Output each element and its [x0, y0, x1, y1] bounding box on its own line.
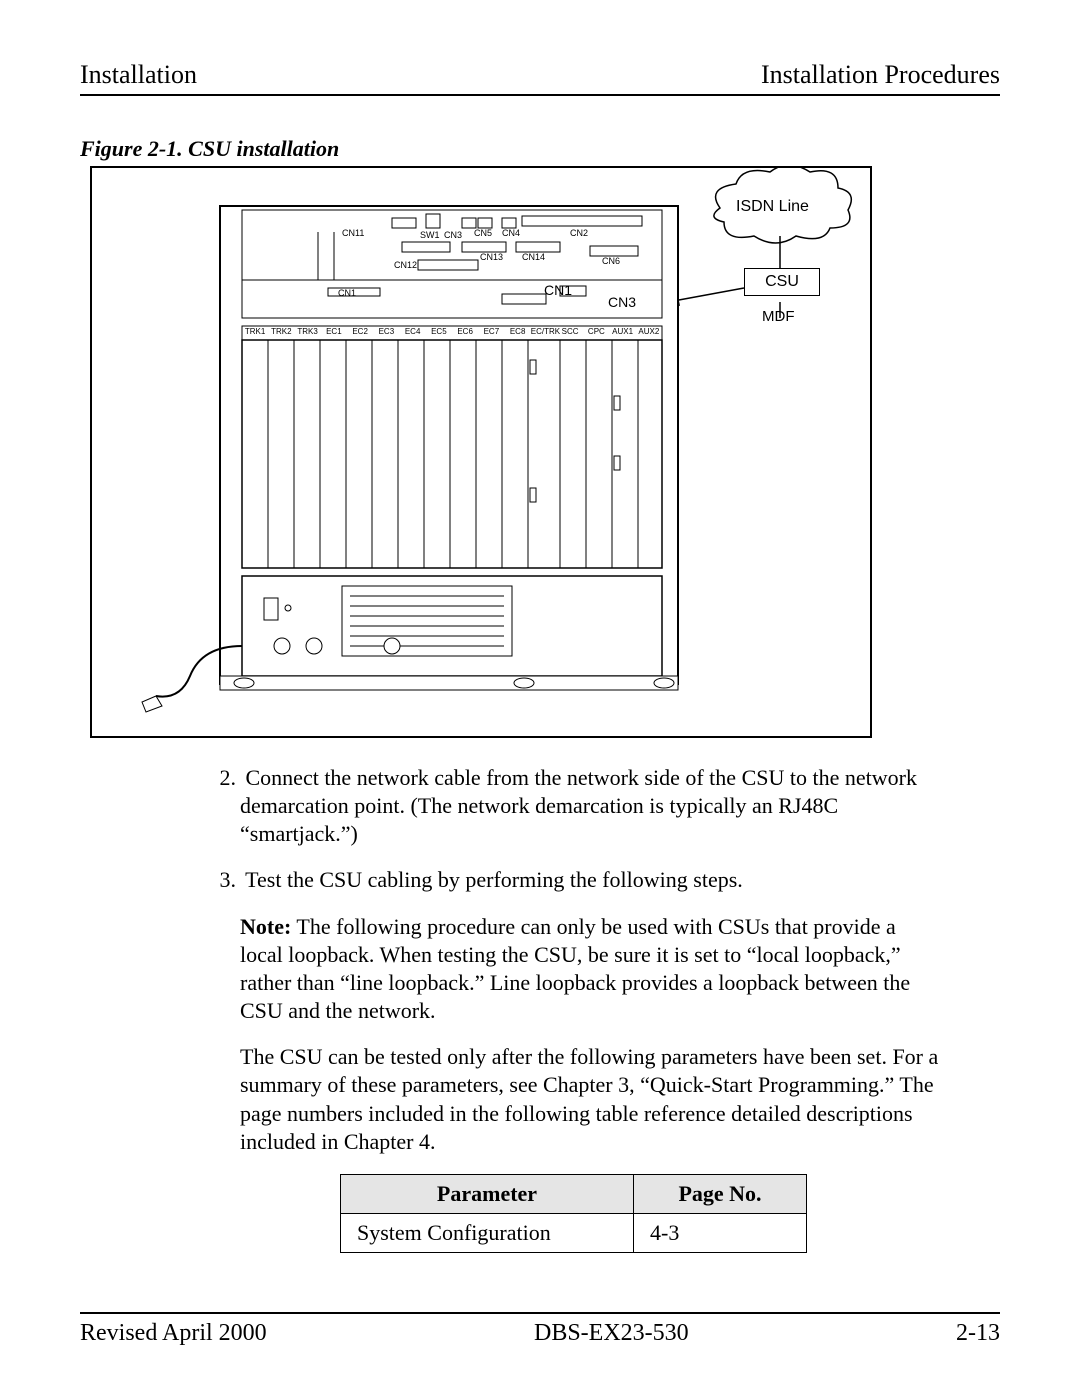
label-cn6: CN6 — [602, 256, 620, 266]
slot-label: CPC — [583, 327, 609, 336]
note-label: Note: — [240, 914, 291, 939]
footer-right: 2-13 — [956, 1320, 1000, 1347]
parameter-table: Parameter Page No. System Configuration … — [340, 1174, 807, 1253]
page-header: Installation Installation Procedures — [80, 60, 1000, 96]
label-cn14: CN14 — [522, 252, 545, 262]
step-2: 2. Connect the network cable from the ne… — [240, 764, 940, 848]
slot-label: EC3 — [373, 327, 399, 336]
label-isdn-line: ISDN Line — [736, 198, 809, 216]
slot-label: EC2 — [347, 327, 373, 336]
page-footer: Revised April 2000 DBS-EX23-530 2-13 — [80, 1312, 1000, 1347]
label-cn3-b: CN3 — [608, 294, 636, 310]
label-csu-box: CSU — [744, 268, 820, 296]
step-2-number: 2. — [212, 764, 236, 792]
slot-label: EC7 — [478, 327, 504, 336]
footer-center: DBS-EX23-530 — [534, 1320, 689, 1347]
slot-label: AUX1 — [610, 327, 636, 336]
label-cn5: CN5 — [474, 228, 492, 238]
col-page-no: Page No. — [634, 1174, 807, 1213]
footer-left: Revised April 2000 — [80, 1320, 267, 1347]
body-text: 2. Connect the network cable from the ne… — [240, 764, 940, 1156]
note-paragraph: Note: The following procedure can only b… — [240, 913, 940, 1026]
label-sw1: SW1 — [420, 230, 440, 240]
label-cn13: CN13 — [480, 252, 503, 262]
figure-caption: Figure 2-1. CSU installation — [80, 136, 1000, 162]
label-cn1-a: CN1 — [338, 288, 356, 298]
slot-label: TRK3 — [295, 327, 321, 336]
step-3-number: 3. — [212, 866, 236, 894]
params-intro: The CSU can be tested only after the fol… — [240, 1043, 940, 1156]
slot-label: EC5 — [426, 327, 452, 336]
slot-label: EC6 — [452, 327, 478, 336]
label-mdf: MDF — [762, 308, 795, 325]
figure-diagram: ISDN Line CSU MDF CN11 SW1 CN3 CN5 CN4 C… — [90, 166, 872, 738]
cell-page-no: 4-3 — [634, 1213, 807, 1252]
cell-parameter: System Configuration — [341, 1213, 634, 1252]
slot-label: AUX2 — [636, 327, 662, 336]
label-cn12: CN12 — [394, 260, 417, 270]
header-right: Installation Procedures — [761, 60, 1000, 90]
slot-label: EC/TRK — [531, 327, 557, 336]
label-cn11: CN11 — [342, 228, 364, 238]
step-2-text: Connect the network cable from the netwo… — [240, 765, 917, 846]
slot-label: TRK1 — [242, 327, 268, 336]
slot-label: SCC — [557, 327, 583, 336]
slot-label: TRK2 — [268, 327, 294, 336]
slot-label: EC1 — [321, 327, 347, 336]
header-left: Installation — [80, 60, 197, 90]
label-cn2: CN2 — [570, 228, 588, 238]
table-row: System Configuration 4-3 — [341, 1213, 807, 1252]
col-parameter: Parameter — [341, 1174, 634, 1213]
slot-label: EC8 — [505, 327, 531, 336]
slot-label: EC4 — [400, 327, 426, 336]
step-3-text: Test the CSU cabling by performing the f… — [245, 867, 743, 892]
slot-labels-row: TRK1TRK2TRK3EC1EC2EC3EC4EC5EC6EC7EC8EC/T… — [242, 327, 662, 339]
page: Installation Installation Procedures Fig… — [0, 0, 1080, 1397]
label-cn3-top: CN3 — [444, 230, 462, 240]
label-cn1-b: CN1 — [544, 282, 572, 298]
step-3: 3. Test the CSU cabling by performing th… — [240, 866, 940, 894]
note-text: The following procedure can only be used… — [240, 914, 910, 1023]
table-header-row: Parameter Page No. — [341, 1174, 807, 1213]
label-cn4: CN4 — [502, 228, 520, 238]
